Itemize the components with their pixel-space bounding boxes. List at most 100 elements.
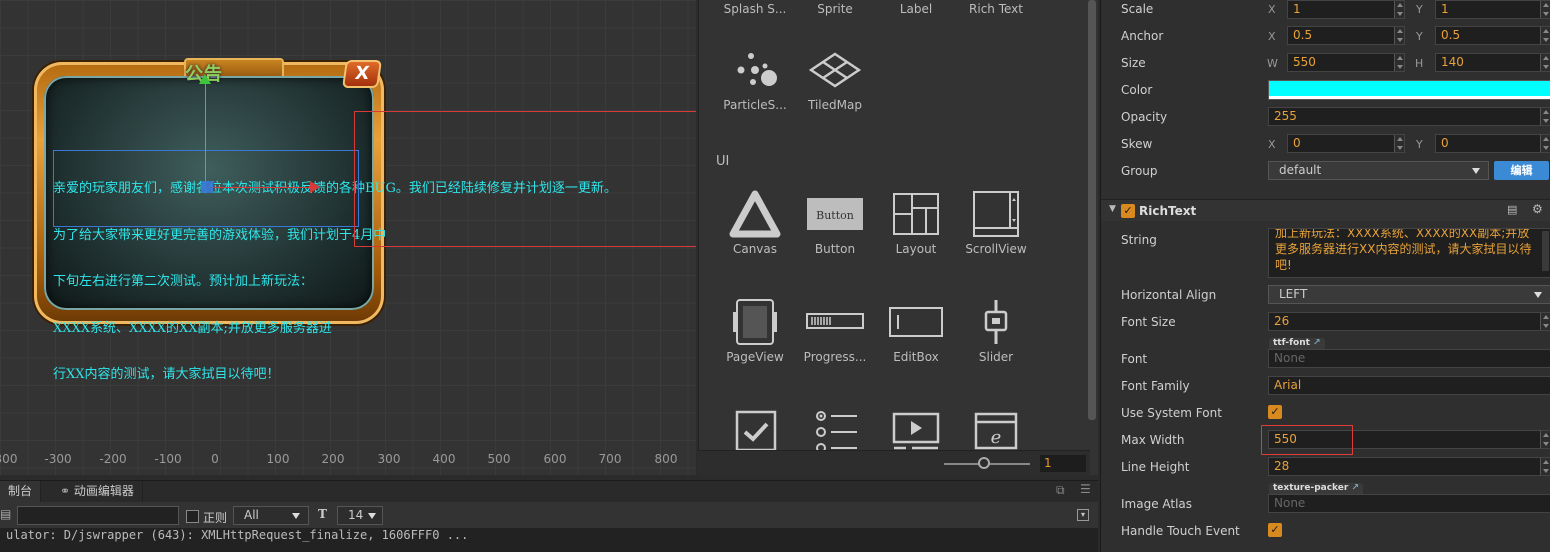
collapse-arrow-icon[interactable]: ▼ [1109,204,1116,214]
image-atlas-field[interactable]: None [1268,494,1550,513]
string-textarea[interactable]: 加上新玩法：XXXX系统、XXXX的XX副本;并放更多服务器进行XX内容的测试，… [1268,228,1550,278]
library-scrollbar[interactable] [1088,0,1096,420]
gear-icon[interactable]: ⚙ [1532,202,1543,216]
font-family-input[interactable]: Arial [1268,376,1550,395]
prop-label-string: String [1121,233,1157,247]
axis-label-y: Y [1416,138,1423,151]
stepper-icon[interactable] [1540,431,1550,448]
scene-view[interactable]: 公告 X 亲爱的玩家朋友们，感谢各位本次测试积极反馈的各种BUG。我们已经陆续修… [0,0,696,475]
size-w-input[interactable]: 550 [1287,53,1405,72]
stepper-icon[interactable] [1540,135,1550,152]
stepper-icon[interactable] [1540,458,1550,475]
stepper-icon[interactable] [1394,1,1404,18]
lib-item-label[interactable]: Label [876,2,956,16]
group-select[interactable]: default [1268,161,1489,180]
font-size-select[interactable]: 14 [337,506,383,525]
font-size-value: 26 [1274,314,1290,328]
chevron-down-icon [292,513,300,519]
external-link-icon[interactable]: ↗ [1313,338,1321,348]
use-system-font-checkbox[interactable]: ✓ [1268,405,1282,419]
asset-type: texture-packer [1273,483,1349,493]
clear-icon[interactable]: ▤ [0,507,11,521]
stepper-icon[interactable] [1540,1,1550,18]
font-size-value: 14 [348,508,364,522]
stepper-icon[interactable] [1540,108,1550,125]
lib-item-pageview[interactable]: PageView [715,298,795,364]
textarea-scrollbar[interactable] [1542,231,1549,271]
color-swatch[interactable] [1268,80,1550,100]
lib-item-button[interactable]: Button Button [795,190,875,256]
lib-item-splash[interactable]: Splash S... [715,2,795,16]
maximize-icon[interactable]: ⧉ [1056,483,1065,498]
help-book-icon[interactable]: ▤ [1507,203,1517,216]
stepper-icon[interactable] [1394,135,1404,152]
size-w-value: 550 [1293,55,1316,69]
scale-y-input[interactable]: 1 [1435,0,1550,19]
collapse-icon[interactable]: ▾ [1077,509,1089,521]
move-gizmo-origin[interactable] [201,181,213,193]
section-header-ui: UI [716,154,730,169]
font-asset-field[interactable]: None [1268,349,1550,368]
skew-x-input[interactable]: 0 [1287,134,1405,153]
opacity-value: 255 [1274,109,1297,123]
lib-item-progressbar[interactable]: Progress... [795,298,875,364]
lib-item-particle[interactable]: ParticleS... [715,46,795,112]
lib-item-label: Label [899,2,933,16]
lib-item-layout[interactable]: Layout [876,190,956,256]
move-gizmo-y[interactable] [205,80,206,187]
prop-label-font: Font [1121,352,1148,366]
skew-y-input[interactable]: 0 [1435,134,1550,153]
lib-item-slider[interactable]: Slider [956,298,1036,364]
menu-icon[interactable]: ☰ [1080,482,1091,496]
regex-checkbox[interactable] [186,510,199,523]
lib-item-editbox[interactable]: EditBox [876,298,956,364]
scene-ruler: 300 -300 -200 -100 0 100 200 300 400 500… [0,452,696,472]
zoom-slider-handle[interactable] [978,457,990,469]
tab-console[interactable]: 制台 [0,481,42,502]
close-button[interactable]: X [342,60,382,88]
handle-touch-checkbox[interactable]: ✓ [1268,523,1282,537]
ruler-tick: -100 [154,452,182,466]
log-level-select[interactable]: All [233,506,309,525]
lib-item-tiledmap[interactable]: TiledMap [795,46,875,112]
scale-x-input[interactable]: 1 [1287,0,1405,19]
component-header[interactable]: ▼ ✓ RichText ▤ ⚙ [1101,199,1550,221]
prop-label-use-system-font: Use System Font [1121,406,1222,420]
move-gizmo-x[interactable] [205,187,315,188]
chevron-down-icon [368,513,376,519]
stepper-icon[interactable] [1540,54,1550,71]
node-library: Splash S... Sprite Label Rich Text Parti… [698,0,1098,475]
halign-select[interactable]: LEFT [1268,285,1550,304]
console-search-input[interactable] [17,506,179,525]
lib-item-scrollview[interactable]: ScrollView [956,190,1036,256]
lib-item-canvas[interactable]: Canvas [715,190,795,256]
font-size-input[interactable]: 26 [1268,312,1550,331]
prop-label-font-family: Font Family [1121,379,1190,393]
lib-item-sprite[interactable]: Sprite [795,2,875,16]
svg-text:Button: Button [816,209,854,222]
stepper-icon[interactable] [1540,313,1550,330]
move-gizmo-x-arrow[interactable] [310,181,320,193]
line-height-input[interactable]: 28 [1268,457,1550,476]
axis-label-x: X [1268,30,1276,43]
tab-animation-editor[interactable]: ⚭ 动画编辑器 [52,481,143,502]
prop-label-image-atlas: Image Atlas [1121,497,1193,511]
group-edit-button[interactable]: 编辑 [1494,161,1549,180]
size-h-input[interactable]: 140 [1435,53,1550,72]
ruler-tick: 300 [377,452,401,466]
stepper-icon[interactable] [1540,27,1550,44]
zoom-value-field[interactable]: 1 [1040,455,1086,472]
anchor-y-value: 0.5 [1441,28,1461,42]
component-enabled-checkbox[interactable]: ✓ [1121,204,1135,218]
stepper-icon[interactable] [1394,27,1404,44]
anchor-x-input[interactable]: 0.5 [1287,26,1405,45]
anchor-y-input[interactable]: 0.5 [1435,26,1550,45]
lib-item-label: ScrollView [965,242,1027,256]
move-gizmo-y-arrow[interactable] [199,74,211,84]
lib-item-richtext[interactable]: Rich Text [956,2,1036,16]
external-link-icon[interactable]: ↗ [1351,483,1359,493]
stepper-icon[interactable] [1394,54,1404,71]
lib-item-label: Splash S... [723,2,787,16]
slider-icon [984,300,1008,344]
opacity-input[interactable]: 255 [1268,107,1550,126]
